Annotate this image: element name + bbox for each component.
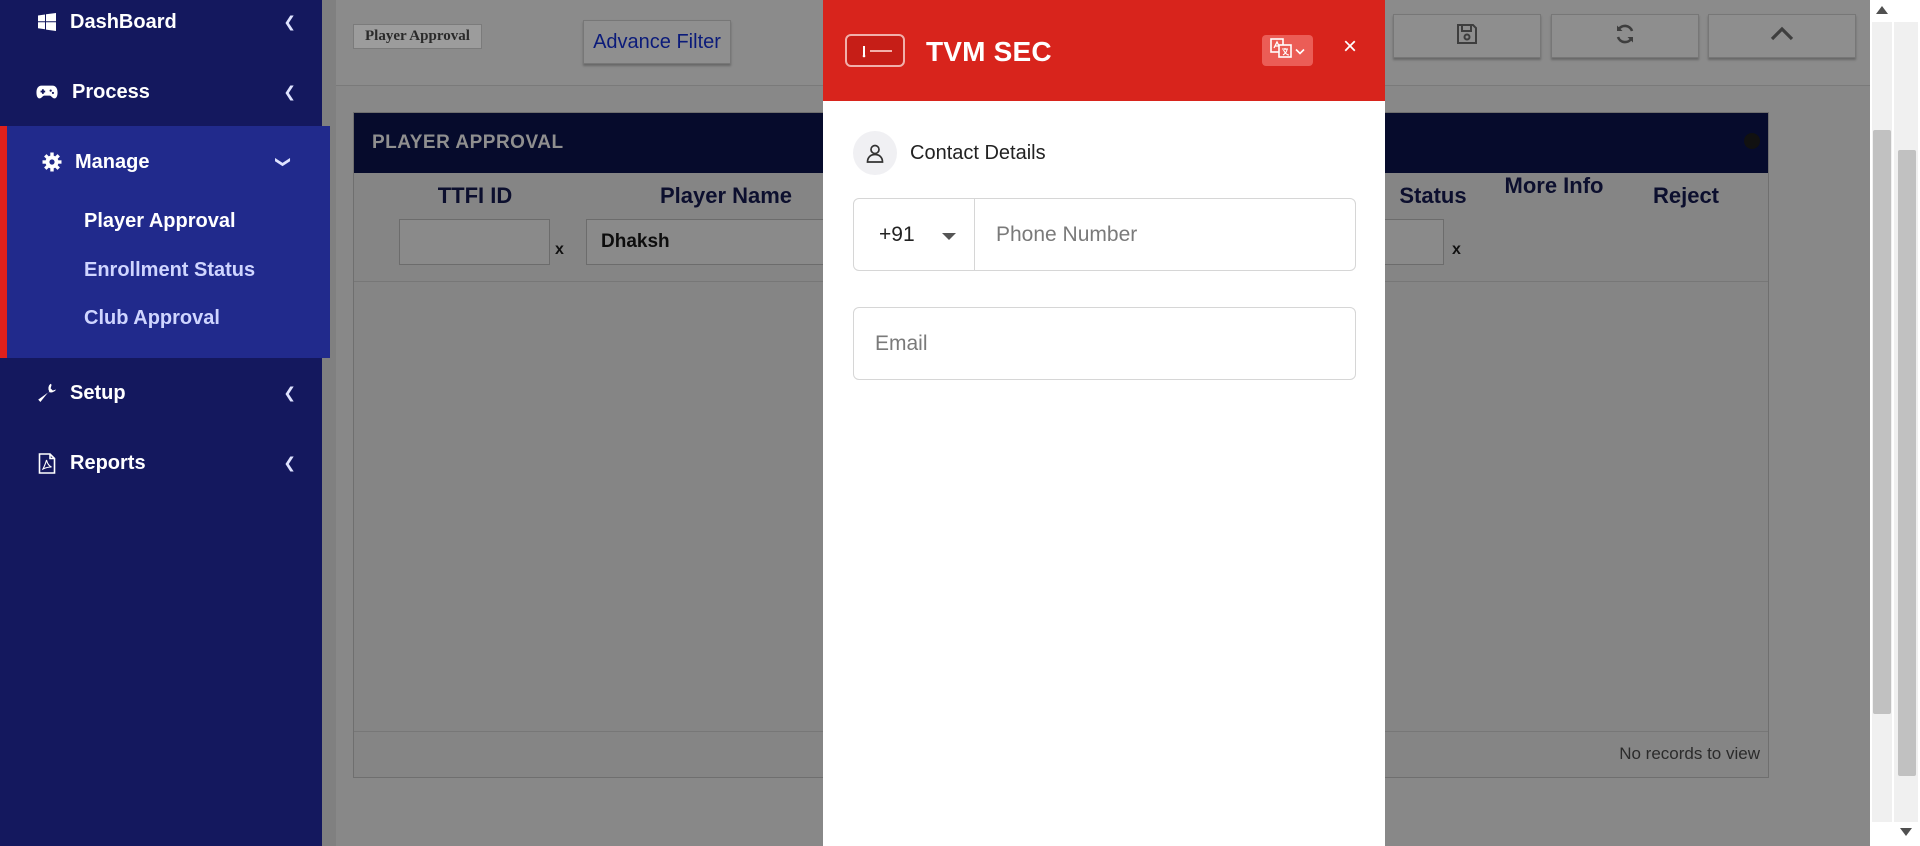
refresh-button[interactable] [1551, 14, 1699, 58]
sidebar-subitem-enrollment-status[interactable]: Enrollment Status [84, 259, 255, 282]
sidebar-item-setup[interactable]: Setup ❮ [0, 365, 322, 421]
gamepad-icon [36, 81, 58, 103]
sidebar: DashBoard ❮ Process ❮ Manage ❮ Player Ap… [0, 0, 330, 846]
sidebar-subitem-player-approval[interactable]: Player Approval [84, 210, 236, 233]
modal-header: TVM SEC × [823, 0, 1385, 101]
chevron-down-icon [1295, 42, 1305, 60]
scroll-down-arrow[interactable] [1900, 828, 1912, 836]
scroll-thumb[interactable] [1873, 130, 1891, 714]
phone-number-input[interactable] [976, 199, 1355, 270]
sidebar-item-label: DashBoard [70, 10, 177, 33]
advance-filter-button[interactable]: Advance Filter [583, 20, 731, 64]
no-records-text: No records to view [1619, 744, 1760, 763]
column-header-status[interactable]: Status [1378, 185, 1488, 207]
modal-title: TVM SEC [926, 36, 1052, 67]
sidebar-item-label: Reports [70, 451, 146, 474]
chevron-left-icon: ❮ [283, 385, 296, 402]
column-header-more-info[interactable]: More Info [1484, 175, 1624, 197]
grid-close-icon[interactable] [1744, 133, 1760, 149]
modal-close-button[interactable]: × [1343, 34, 1357, 60]
sidebar-item-label: Process [72, 80, 150, 103]
country-code-value: +91 [879, 223, 915, 246]
save-icon [1456, 23, 1478, 50]
country-code-select[interactable]: +91 [854, 199, 975, 270]
status-filter[interactable] [1384, 219, 1444, 265]
email-input[interactable] [853, 307, 1356, 380]
user-icon [853, 131, 897, 175]
contact-modal: TVM SEC × Contact Details +91 [823, 0, 1385, 846]
chevron-down-icon: ❮ [273, 155, 291, 169]
page-scrollbar[interactable] [1870, 0, 1920, 846]
wrench-icon [36, 382, 58, 404]
page-tag: Player Approval [353, 24, 482, 49]
sidebar-item-manage[interactable]: Manage ❮ [0, 134, 322, 190]
sidebar-item-label: Manage [75, 150, 150, 173]
refresh-icon [1614, 23, 1636, 50]
column-header-ttfi-id[interactable]: TTFI ID [400, 185, 550, 207]
gear-icon [41, 151, 63, 173]
chevron-left-icon: ❮ [283, 14, 296, 31]
status-filter-clear[interactable]: x [1452, 241, 1461, 259]
manage-submenu: Manage ❮ Player Approval Enrollment Stat… [0, 126, 330, 358]
sidebar-item-process[interactable]: Process ❮ [0, 64, 322, 120]
chevron-up-icon [1770, 26, 1794, 47]
scroll-thumb[interactable] [1898, 150, 1916, 776]
scroll-up-arrow[interactable] [1876, 6, 1888, 14]
ttfi-id-filter-clear[interactable]: x [555, 241, 564, 259]
chevron-left-icon: ❮ [283, 84, 296, 101]
chevron-left-icon: ❮ [283, 455, 296, 472]
collapse-button[interactable] [1708, 14, 1856, 58]
column-header-reject[interactable]: Reject [1616, 185, 1756, 207]
sidebar-item-dashboard[interactable]: DashBoard ❮ [0, 0, 322, 50]
sidebar-subitem-club-approval[interactable]: Club Approval [84, 307, 220, 330]
sidebar-item-reports[interactable]: Reports ❮ [0, 435, 322, 491]
section-title: Contact Details [910, 142, 1046, 164]
caret-down-icon [942, 233, 956, 240]
save-button[interactable] [1393, 14, 1541, 58]
sidebar-item-label: Setup [70, 381, 126, 404]
brand-logo-icon [845, 34, 905, 67]
file-pdf-icon [36, 452, 58, 474]
ttfi-id-filter[interactable] [399, 219, 550, 265]
translate-icon [1270, 38, 1292, 63]
phone-field-group: +91 [853, 198, 1356, 271]
windows-icon [36, 11, 58, 33]
language-button[interactable] [1262, 35, 1313, 66]
